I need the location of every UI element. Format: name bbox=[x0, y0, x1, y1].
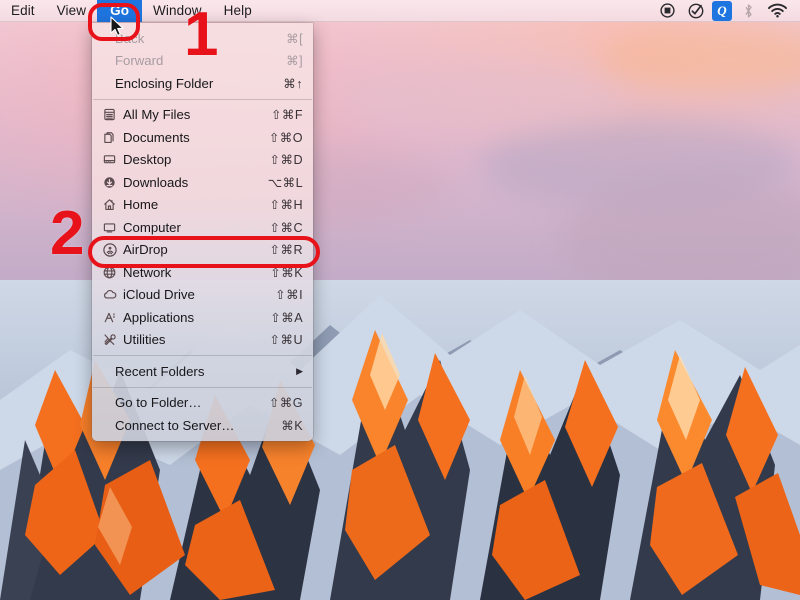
menu-item-label: Back bbox=[115, 31, 274, 46]
desktop-menu-item[interactable]: Desktop ⇧⌘D bbox=[92, 149, 313, 172]
icloud-drive-icon bbox=[101, 287, 118, 302]
submenu-chevron-right-icon: ▶ bbox=[296, 366, 303, 377]
menu-bar-item-help[interactable]: Help bbox=[213, 0, 263, 22]
menu-item-label: Utilities bbox=[123, 332, 258, 347]
menu-item-shortcut: ⇧⌘R bbox=[270, 242, 303, 257]
checkmark-circle-icon[interactable] bbox=[683, 1, 709, 21]
home-menu-item[interactable]: Home ⇧⌘H bbox=[92, 194, 313, 217]
utilities-menu-item[interactable]: Utilities ⇧⌘U bbox=[92, 329, 313, 352]
menu-item-shortcut: ⇧⌘O bbox=[269, 130, 303, 145]
menu-bar-item-view[interactable]: View bbox=[46, 0, 97, 22]
connect-to-server-menu-item[interactable]: Connect to Server… ⌘K bbox=[92, 414, 313, 437]
desktop-icon bbox=[101, 152, 118, 167]
downloads-icon bbox=[101, 175, 118, 190]
menu-separator bbox=[93, 99, 312, 100]
menu-item-shortcut: ⌘↑ bbox=[283, 76, 303, 91]
applications-menu-item[interactable]: Applications ⇧⌘A bbox=[92, 306, 313, 329]
menu-item-label: Go to Folder… bbox=[115, 395, 257, 410]
menu-item-label: Enclosing Folder bbox=[115, 76, 271, 91]
applications-icon bbox=[101, 310, 118, 325]
menu-item-label: Home bbox=[123, 197, 258, 212]
menu-item-label: iCloud Drive bbox=[123, 287, 263, 302]
menu-item-shortcut: ⇧⌘H bbox=[270, 197, 303, 212]
mouse-cursor bbox=[110, 16, 126, 38]
menu-bar-item-window[interactable]: Window bbox=[142, 0, 213, 22]
menu-item-shortcut: ⇧⌘G bbox=[269, 395, 303, 410]
airdrop-icon bbox=[101, 242, 118, 257]
desktop-screen: Edit View Go Window Help Q bbox=[0, 0, 800, 600]
menu-item-shortcut: ⇧⌘D bbox=[270, 152, 303, 167]
go-to-folder-menu-item[interactable]: Go to Folder… ⇧⌘G bbox=[92, 392, 313, 415]
recent-folders-menu-item[interactable]: Recent Folders ▶ bbox=[92, 360, 313, 383]
menu-item-label: Desktop bbox=[123, 152, 258, 167]
menu-item-label: Applications bbox=[123, 310, 258, 325]
menu-item-label: Computer bbox=[123, 220, 258, 235]
menu-separator bbox=[93, 355, 312, 356]
menu-item-label: All My Files bbox=[123, 107, 259, 122]
menu-item-shortcut: ⇧⌘A bbox=[270, 310, 303, 325]
menu-separator bbox=[93, 387, 312, 388]
menu-item-label: AirDrop bbox=[123, 242, 258, 257]
screen-recording-icon[interactable] bbox=[654, 1, 680, 21]
utilities-icon bbox=[101, 332, 118, 347]
menu-item-shortcut: ⇧⌘U bbox=[270, 332, 303, 347]
documents-icon bbox=[101, 130, 118, 145]
menu-item-label: Network bbox=[123, 265, 258, 280]
computer-menu-item[interactable]: Computer ⇧⌘C bbox=[92, 216, 313, 239]
forward-menu-item: Forward ⌘] bbox=[92, 50, 313, 73]
documents-menu-item[interactable]: Documents ⇧⌘O bbox=[92, 126, 313, 149]
menu-item-label: Downloads bbox=[123, 175, 256, 190]
airdrop-menu-item[interactable]: AirDrop ⇧⌘R bbox=[92, 239, 313, 262]
menu-item-shortcut: ⌘] bbox=[286, 53, 303, 68]
menu-item-shortcut: ⌘K bbox=[281, 418, 303, 433]
menu-bar-item-edit[interactable]: Edit bbox=[0, 0, 46, 22]
menu-item-shortcut: ⇧⌘K bbox=[270, 265, 303, 280]
quip-q-glyph: Q bbox=[717, 3, 726, 19]
icloud-drive-menu-item[interactable]: iCloud Drive ⇧⌘I bbox=[92, 284, 313, 307]
menu-item-label: Forward bbox=[115, 53, 274, 68]
menu-item-shortcut: ⇧⌘I bbox=[275, 287, 303, 302]
menu-bar-status-area: Q bbox=[654, 1, 800, 21]
wifi-icon[interactable] bbox=[764, 1, 790, 21]
network-icon bbox=[101, 265, 118, 280]
all-my-files-icon bbox=[101, 107, 118, 122]
network-menu-item[interactable]: Network ⇧⌘K bbox=[92, 261, 313, 284]
enclosing-folder-menu-item[interactable]: Enclosing Folder ⌘↑ bbox=[92, 72, 313, 95]
cloud-shape bbox=[330, 60, 630, 130]
menu-item-label: Documents bbox=[123, 130, 257, 145]
go-dropdown-menu: Back ⌘[ Forward ⌘] Enclosing Folder ⌘↑ All My … bbox=[92, 23, 313, 441]
menu-item-shortcut: ⇧⌘F bbox=[271, 107, 303, 122]
computer-icon bbox=[101, 220, 118, 235]
menu-item-shortcut: ⇧⌘C bbox=[270, 220, 303, 235]
bluetooth-icon[interactable] bbox=[735, 1, 761, 21]
menu-item-label: Recent Folders bbox=[115, 364, 284, 379]
quip-q-icon[interactable]: Q bbox=[712, 1, 732, 21]
downloads-menu-item[interactable]: Downloads ⌥⌘L bbox=[92, 171, 313, 194]
all-my-files-menu-item[interactable]: All My Files ⇧⌘F bbox=[92, 104, 313, 127]
menu-item-shortcut: ⌘[ bbox=[286, 31, 303, 46]
home-icon bbox=[101, 197, 118, 212]
menu-item-label: Connect to Server… bbox=[115, 418, 269, 433]
menu-item-shortcut: ⌥⌘L bbox=[268, 175, 303, 190]
